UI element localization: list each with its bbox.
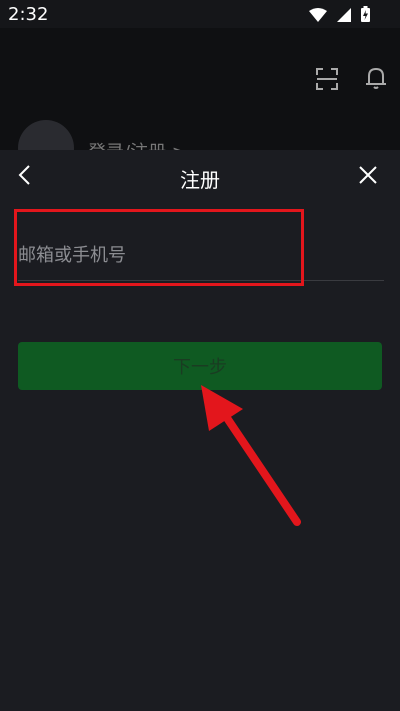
bell-icon[interactable] — [365, 66, 387, 94]
battery-icon — [361, 6, 370, 26]
sheet-title: 注册 — [180, 168, 220, 192]
next-step-button[interactable]: 下一步 — [18, 342, 382, 390]
background-page: 登录/注册 > — [0, 28, 400, 176]
wifi-icon — [309, 7, 327, 26]
account-input-container — [18, 230, 384, 281]
close-icon[interactable] — [358, 165, 378, 189]
email-phone-input[interactable] — [18, 240, 368, 270]
status-icons — [309, 6, 370, 26]
arrow-annotation — [195, 385, 305, 534]
status-bar: 2:32 — [0, 0, 400, 28]
status-time: 2:32 — [8, 4, 49, 25]
scan-icon[interactable] — [316, 68, 338, 94]
signal-icon — [337, 7, 351, 26]
